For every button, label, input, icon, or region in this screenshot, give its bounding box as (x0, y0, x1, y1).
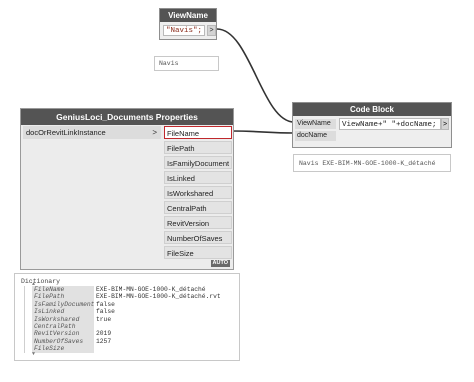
node-graph-canvas[interactable]: ViewName "Navis"; > Navis GeniusLoci_Doc… (0, 0, 474, 382)
input-port-label: docOrRevitLinkInstance (26, 128, 106, 137)
code-block-node[interactable]: Code Block ViewName docName ViewName+" "… (292, 102, 452, 148)
dictionary-value: false (96, 300, 115, 308)
code-input-port-docname[interactable]: docName (295, 131, 336, 141)
code-block-title[interactable]: Code Block (293, 103, 451, 116)
output-port-filepath[interactable]: FilePath (164, 141, 232, 154)
code-block-preview-bubble: Navis EXE-BIM-MN-GOE-1000-K_détaché (293, 154, 451, 172)
dictionary-entry: IsWorkshared true (32, 315, 233, 324)
output-ports-list: FileName FilePath IsFamilyDocument IsLin… (164, 126, 232, 261)
wire-filename-to-docname[interactable] (231, 130, 295, 134)
dictionary-key: IsLinked (32, 308, 94, 316)
dictionary-key: RevitVersion (32, 330, 94, 338)
dictionary-value (94, 345, 96, 352)
output-port-filesize[interactable]: FileSize (164, 246, 232, 259)
dictionary-key: FileName (32, 286, 94, 294)
dictionary-entry: RevitVersion 2019 (32, 330, 233, 338)
chevron-right-icon: > (152, 128, 157, 137)
scroll-down-icon[interactable]: ▼ (32, 352, 35, 357)
dictionary-key: IsWorkshared (32, 315, 94, 324)
dictionary-key: IsFamilyDocument (32, 300, 95, 309)
dictionary-value (94, 323, 96, 330)
dictionary-key: NumberOfSaves (32, 337, 94, 346)
scroll-up-icon[interactable]: ▲ (32, 282, 35, 287)
dictionary-value: EXE-BIM-MN-GOE-1000-K_détaché.rvt (96, 293, 221, 301)
dictionary-entry: IsLinked false (32, 308, 233, 316)
viewname-preview-bubble: Navis (154, 56, 219, 71)
output-port-revitversion[interactable]: RevitVersion (164, 216, 232, 229)
dictionary-entries: FileName EXE-BIM-MN-GOE-1000-K_détaché Fi… (24, 286, 233, 353)
code-input-port-viewname[interactable]: ViewName (295, 119, 336, 129)
code-editor[interactable]: ViewName+" "+docName; (339, 118, 441, 130)
viewname-node-title[interactable]: ViewName (160, 9, 216, 22)
dictionary-key: CentralPath (32, 323, 94, 331)
dictionary-value: 2019 (96, 330, 112, 338)
dictionary-value: false (96, 308, 115, 316)
code-output-port[interactable]: > (441, 118, 449, 130)
dictionary-entry: CentralPath (32, 323, 233, 331)
output-port-isworkshared[interactable]: IsWorkshared (164, 186, 232, 199)
output-port-numberofsaves[interactable]: NumberOfSaves (164, 231, 232, 244)
dictionary-value: true (96, 315, 112, 323)
dictionary-key: FileSize (32, 345, 94, 353)
properties-node-title[interactable]: GeniusLoci_Documents Properties (21, 109, 233, 125)
dictionary-value: 1257 (96, 337, 112, 345)
dictionary-entry: NumberOfSaves 1257 (32, 337, 233, 346)
viewname-string-input[interactable]: "Navis"; (163, 25, 205, 36)
viewname-node[interactable]: ViewName "Navis"; > (159, 8, 217, 40)
dictionary-title: Dictionary (21, 278, 61, 285)
output-port-isfamilydocument[interactable]: IsFamilyDocument (164, 156, 232, 169)
dictionary-entry: FileSize (32, 345, 233, 353)
output-port-centralpath[interactable]: CentralPath (164, 201, 232, 214)
dictionary-key: FilePath (32, 293, 94, 301)
dictionary-entry: FilePath EXE-BIM-MN-GOE-1000-K_détaché.rv… (32, 293, 233, 301)
output-port-islinked[interactable]: IsLinked (164, 171, 232, 184)
viewname-output-port[interactable]: > (207, 25, 216, 36)
dictionary-entry: FileName EXE-BIM-MN-GOE-1000-K_détaché (32, 286, 233, 294)
output-port-filename[interactable]: FileName (164, 126, 232, 139)
dictionary-value: EXE-BIM-MN-GOE-1000-K_détaché (96, 286, 206, 293)
dictionary-preview-bubble[interactable]: Dictionary FileName EXE-BIM-MN-GOE-1000-K… (14, 273, 240, 361)
properties-node[interactable]: GeniusLoci_Documents Properties docOrRev… (20, 108, 234, 270)
lacing-badge[interactable]: AUTO (210, 260, 230, 267)
dictionary-entry: IsFamilyDocument false (32, 300, 233, 309)
input-port-docorrevitlinkinstance[interactable]: docOrRevitLinkInstance > (23, 126, 161, 139)
